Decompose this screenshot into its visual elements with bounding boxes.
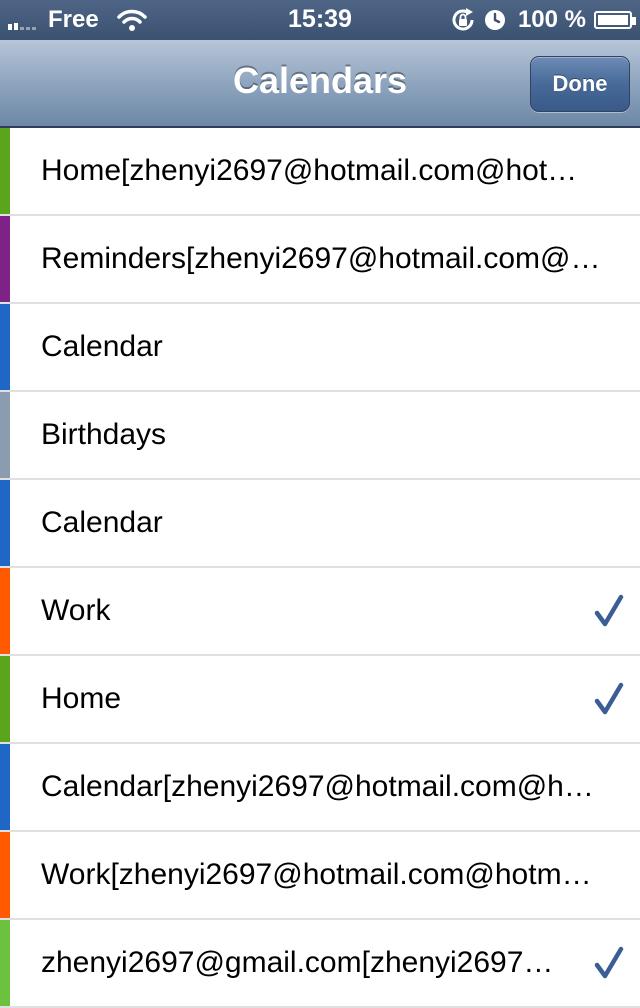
calendar-row[interactable]: Calendar — [0, 480, 640, 568]
calendar-color-swatch — [0, 392, 10, 478]
calendar-name: Calendar — [41, 330, 163, 363]
calendar-name: Home[zhenyi2697@hotmail.com@hotmail.com] — [41, 154, 601, 187]
calendar-list: Home[zhenyi2697@hotmail.com@hotmail.com]… — [0, 128, 640, 1008]
calendar-row[interactable]: Calendar — [0, 304, 640, 392]
done-button[interactable]: Done — [530, 56, 630, 112]
calendar-color-swatch — [0, 832, 10, 918]
checkmark-icon — [594, 594, 624, 627]
calendar-name: zhenyi2697@gmail.com[zhenyi2697@gmail.co… — [41, 946, 561, 979]
calendar-color-swatch — [0, 304, 10, 390]
battery-icon — [594, 11, 636, 29]
calendar-name: Calendar — [41, 506, 163, 539]
calendar-color-swatch — [0, 920, 10, 1006]
calendar-name: Reminders[zhenyi2697@hotmail.com@hotmail… — [41, 242, 601, 275]
calendar-name: Work — [41, 594, 111, 627]
calendar-row[interactable]: Birthdays — [0, 392, 640, 480]
battery-percent: 100 % — [517, 6, 586, 33]
checkmark-icon — [594, 946, 624, 979]
calendar-name: Calendar[zhenyi2697@hotmail.com@hotmail.… — [41, 770, 601, 803]
calendar-row[interactable]: Work — [0, 568, 640, 656]
calendar-row[interactable]: Home[zhenyi2697@hotmail.com@hotmail.com] — [0, 128, 640, 216]
calendar-color-swatch — [0, 568, 10, 654]
calendar-row[interactable]: Reminders[zhenyi2697@hotmail.com@hotmail… — [0, 216, 640, 304]
calendar-row[interactable]: zhenyi2697@gmail.com[zhenyi2697@gmail.co… — [0, 920, 640, 1008]
checkmark-icon — [594, 682, 624, 715]
calendar-row[interactable]: Home — [0, 656, 640, 744]
calendar-name: Birthdays — [41, 418, 167, 451]
calendar-row[interactable]: Calendar[zhenyi2697@hotmail.com@hotmail.… — [0, 744, 640, 832]
alarm-icon — [484, 10, 505, 30]
calendar-name: Work[zhenyi2697@hotmail.com@hotmail.com] — [41, 858, 601, 891]
calendar-color-swatch — [0, 216, 10, 302]
calendar-color-swatch — [0, 128, 10, 214]
calendar-name: Home — [41, 682, 122, 715]
rotation-lock-icon — [452, 8, 474, 31]
calendar-row[interactable]: Work[zhenyi2697@hotmail.com@hotmail.com] — [0, 832, 640, 920]
calendar-color-swatch — [0, 656, 10, 742]
status-bar: Free 15:39 100 % — [0, 0, 640, 40]
navigation-bar: Calendars Done — [0, 40, 640, 128]
calendar-color-swatch — [0, 744, 10, 830]
calendar-color-swatch — [0, 480, 10, 566]
